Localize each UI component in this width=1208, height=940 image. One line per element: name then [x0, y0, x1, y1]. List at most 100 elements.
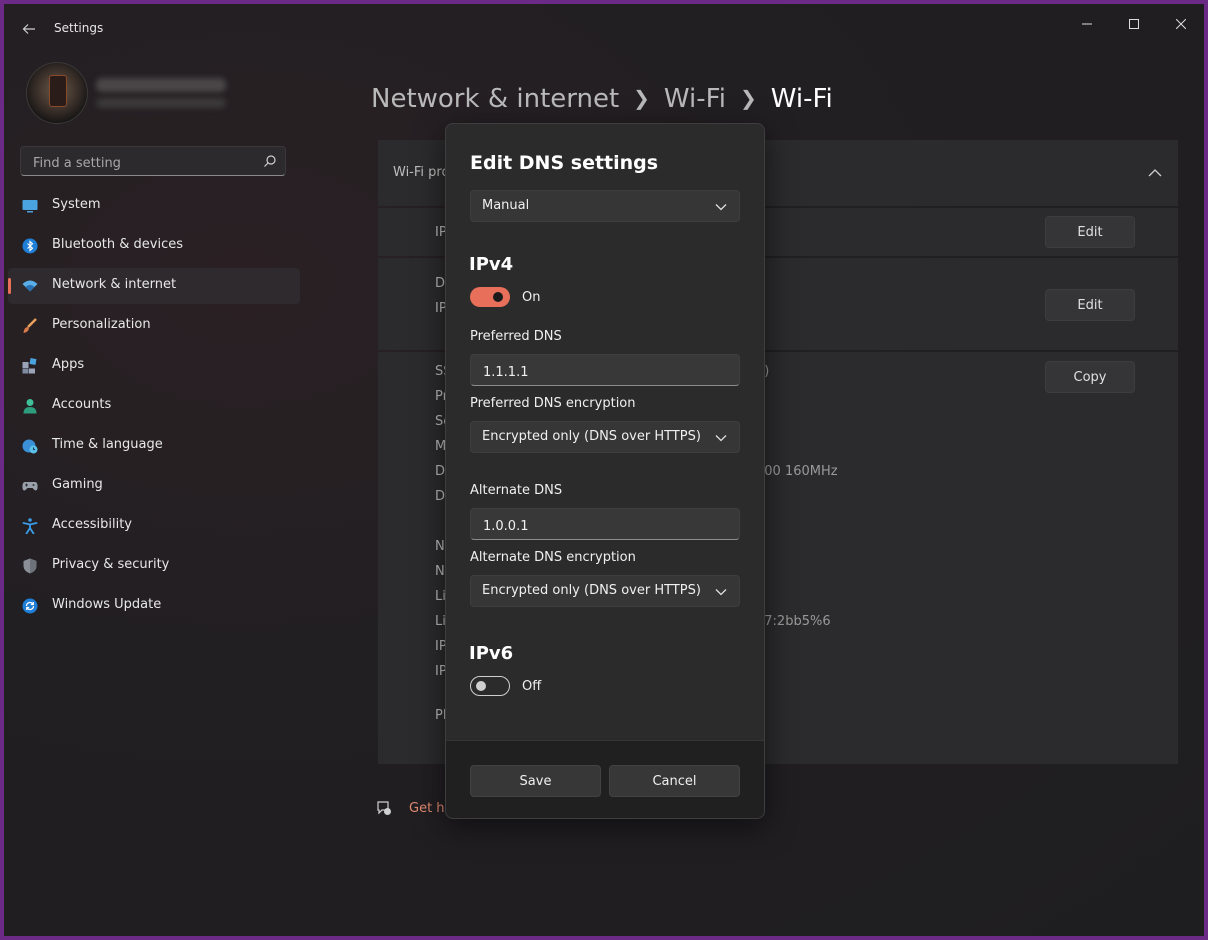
search-icon: [264, 155, 276, 167]
back-button[interactable]: [18, 18, 40, 40]
wifi-icon: [22, 280, 38, 292]
settings-window: Settings System Bluetooth & devices Netw…: [4, 4, 1204, 936]
property-label: N: [435, 539, 445, 554]
close-icon: [1176, 19, 1186, 29]
dropdown-value: Encrypted only (DNS over HTTPS): [482, 429, 701, 444]
person-icon: [23, 399, 37, 414]
chevron-down-icon: [715, 435, 727, 442]
alternate-dns-input[interactable]: [481, 516, 725, 536]
profile-name-redacted: [96, 78, 226, 92]
property-value: 200 160MHz: [756, 464, 838, 479]
ipv6-heading: IPv6: [469, 643, 514, 664]
preferred-dns-label: Preferred DNS: [470, 329, 562, 344]
chevron-down-icon: [715, 589, 727, 596]
toggle-knob: [476, 681, 486, 691]
monitor-icon: [22, 200, 38, 213]
chevron-down-icon: [715, 204, 727, 211]
chevron-up-icon[interactable]: [1148, 168, 1162, 178]
sidebar-item-label: Time & language: [52, 437, 163, 452]
ipv6-toggle-label: Off: [522, 679, 542, 694]
save-button[interactable]: Save: [470, 765, 601, 797]
toggle-knob: [493, 292, 503, 302]
copy-button[interactable]: Copy: [1045, 361, 1135, 393]
selection-indicator: [8, 278, 11, 294]
profile-email-redacted: [96, 98, 226, 108]
sidebar-item-label: Personalization: [52, 317, 151, 332]
alternate-dns-encryption-dropdown[interactable]: Encrypted only (DNS over HTTPS): [470, 575, 740, 607]
gamepad-icon: [22, 482, 38, 491]
brush-icon: [23, 318, 37, 333]
preferred-dns-encryption-label: Preferred DNS encryption: [470, 396, 636, 411]
sidebar-item-windows-update[interactable]: Windows Update: [8, 588, 300, 624]
maximize-button[interactable]: [1111, 10, 1157, 38]
sidebar-item-label: Accessibility: [52, 517, 132, 532]
edit-dns-button[interactable]: Edit: [1045, 289, 1135, 321]
sidebar-item-label: Windows Update: [52, 597, 162, 612]
ipv4-heading: IPv4: [469, 254, 514, 275]
cancel-button[interactable]: Cancel: [609, 765, 740, 797]
sidebar-item-network[interactable]: Network & internet: [8, 268, 300, 304]
sidebar-item-bluetooth[interactable]: Bluetooth & devices: [8, 228, 300, 264]
sidebar-item-gaming[interactable]: Gaming: [8, 468, 300, 504]
breadcrumb-wifi[interactable]: Wi-Fi: [664, 84, 726, 114]
minimize-icon: [1082, 23, 1092, 25]
preferred-dns-input[interactable]: [481, 362, 725, 382]
sidebar-item-label: Accounts: [52, 397, 112, 412]
dns-assignment-label: D: [435, 276, 446, 291]
edit-dns-dialog: Edit DNS settings Manual IPv4 On Preferr…: [445, 123, 765, 819]
sidebar-item-accounts[interactable]: Accounts: [8, 388, 300, 424]
dialog-title: Edit DNS settings: [470, 152, 659, 174]
property-value: 77:2bb5%6: [756, 614, 831, 629]
maximize-icon: [1129, 19, 1139, 29]
globe-clock-icon: [22, 439, 38, 454]
close-button[interactable]: [1158, 10, 1204, 38]
sidebar-item-time-language[interactable]: Time & language: [8, 428, 300, 464]
sidebar-item-system[interactable]: System: [8, 188, 300, 224]
ipv4-toggle-label: On: [522, 290, 541, 305]
update-icon: [22, 598, 38, 614]
help-icon: [377, 801, 391, 815]
sidebar-item-accessibility[interactable]: Accessibility: [8, 508, 300, 544]
back-arrow-icon: [22, 24, 35, 34]
property-label: N: [435, 564, 445, 579]
preferred-dns-encryption-dropdown[interactable]: Encrypted only (DNS over HTTPS): [470, 421, 740, 453]
sidebar-item-personalization[interactable]: Personalization: [8, 308, 300, 344]
accessibility-icon: [22, 518, 38, 534]
app-title: Settings: [54, 21, 104, 35]
sidebar-item-label: Apps: [52, 357, 85, 372]
property-label: D: [435, 464, 446, 479]
chevron-right-icon: ❯: [739, 86, 757, 110]
alternate-dns-field[interactable]: [470, 508, 740, 540]
dropdown-value: Manual: [482, 198, 530, 213]
page-title: Wi-Fi: [770, 84, 833, 114]
dialog-footer: Save Cancel: [446, 740, 764, 818]
breadcrumb: Network & internet ❯ Wi-Fi ❯ Wi-Fi: [371, 84, 833, 114]
sidebar-item-label: Privacy & security: [52, 557, 170, 572]
ipv4-toggle[interactable]: [470, 287, 510, 307]
dns-mode-dropdown[interactable]: Manual: [470, 190, 740, 222]
chevron-right-icon: ❯: [633, 86, 650, 110]
search-input[interactable]: [31, 153, 255, 173]
get-help-link[interactable]: Get h: [409, 801, 445, 816]
preferred-dns-field[interactable]: [470, 354, 740, 386]
property-label: D: [435, 489, 446, 504]
card-header-text: Wi-Fi pro: [393, 165, 450, 180]
alternate-dns-label: Alternate DNS: [470, 483, 563, 498]
sidebar-item-privacy-security[interactable]: Privacy & security: [8, 548, 300, 584]
sidebar-item-apps[interactable]: Apps: [8, 348, 300, 384]
dropdown-value: Encrypted only (DNS over HTTPS): [482, 583, 701, 598]
bluetooth-icon: [22, 238, 38, 254]
alternate-dns-encryption-label: Alternate DNS encryption: [470, 550, 636, 565]
edit-ip-button[interactable]: Edit: [1045, 216, 1135, 248]
sidebar-item-label: Bluetooth & devices: [52, 237, 183, 252]
sidebar-item-label: System: [52, 197, 101, 212]
ipv6-toggle[interactable]: [470, 676, 510, 696]
sidebar-item-label: Network & internet: [52, 277, 177, 292]
minimize-button[interactable]: [1064, 10, 1110, 38]
search-box[interactable]: [20, 146, 286, 176]
sidebar-item-label: Gaming: [52, 477, 103, 492]
shield-icon: [23, 558, 37, 574]
breadcrumb-network[interactable]: Network & internet: [371, 84, 619, 114]
avatar[interactable]: [26, 62, 88, 124]
apps-icon: [22, 358, 37, 374]
